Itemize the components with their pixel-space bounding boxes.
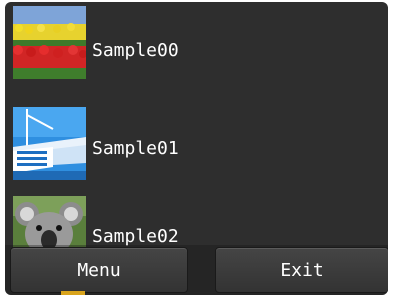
menu-button[interactable]: Menu	[10, 247, 188, 293]
list-item-label: Sample01	[92, 138, 179, 159]
list-item[interactable]: Sample00	[5, 2, 388, 82]
list-item[interactable]: Sample01	[5, 100, 388, 180]
lcd-screen: Sample00 Sample01 Sample02 Menu Exit	[5, 2, 388, 295]
ship-deck-photo	[13, 107, 86, 180]
thumbnail-image	[13, 6, 86, 79]
next-thumbnail-edge	[61, 291, 85, 295]
exit-button[interactable]: Exit	[215, 247, 388, 293]
tulip-field-photo	[13, 6, 86, 79]
list-item-label: Sample02	[92, 226, 179, 247]
thumbnail-image	[13, 107, 86, 180]
list-item-label: Sample00	[92, 40, 179, 61]
printer-panel: Sample00 Sample01 Sample02 Menu Exit	[0, 0, 393, 298]
